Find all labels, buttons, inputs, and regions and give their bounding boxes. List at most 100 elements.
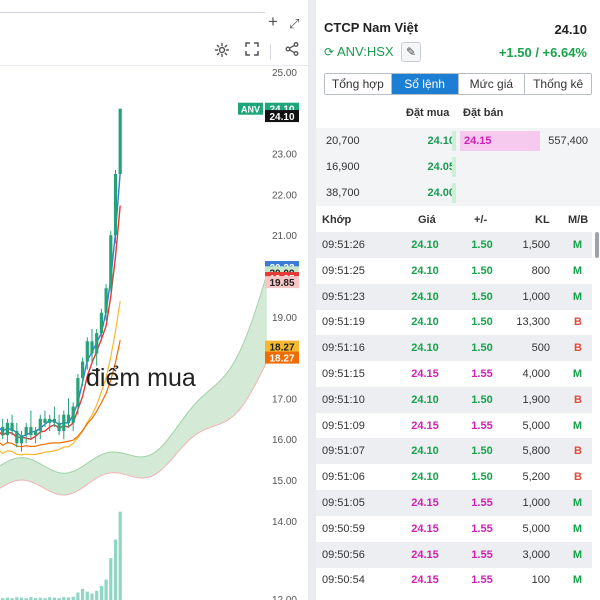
- chart-pane[interactable]: + ⤢ 25.00 23.00 22.00 21.00 19.00 17.00 16.00 1…: [0, 0, 308, 600]
- trade-price: 24.15: [411, 419, 439, 432]
- col-mb: M/B: [568, 214, 589, 226]
- candle-body: [109, 235, 113, 289]
- trade-price: 24.10: [411, 342, 439, 355]
- trade-price: 24.10: [411, 393, 439, 406]
- price-chart[interactable]: 25.00 23.00 22.00 21.00 19.00 17.00 16.00 15.00…: [0, 0, 308, 600]
- bid-qty: 38,700: [326, 187, 360, 199]
- candle-body: [81, 361, 85, 378]
- trade-price: 24.15: [411, 368, 439, 380]
- trade-time: 09:50:54: [322, 574, 365, 587]
- price-tag-label: 19.85: [269, 278, 294, 289]
- trade-volume: 1,000: [522, 290, 550, 303]
- candle-body: [19, 435, 24, 444]
- trade-time: 09:51:05: [322, 497, 365, 509]
- trade-change: 1.50: [471, 316, 493, 329]
- y-tick-label: 25.00: [272, 68, 297, 79]
- col-gia: Giá: [418, 214, 436, 226]
- ticker-link[interactable]: ⟳ ANV:HSX: [324, 44, 394, 59]
- trades-header: Khớp Giá +/- KL M/B: [316, 208, 600, 230]
- trade-row: 09:51:09 24.15 1.55 5,000 M: [316, 413, 592, 439]
- trade-change: 1.50: [471, 471, 493, 484]
- trade-row: 09:51:07 24.10 1.50 5,800 B: [316, 438, 592, 465]
- y-tick-label: 22.00: [272, 190, 297, 201]
- volume-bar: [81, 588, 85, 600]
- y-tick-label: 14.00: [272, 517, 297, 528]
- tab-thong-ke[interactable]: Thống kê: [525, 74, 591, 94]
- y-tick-label: 15.00: [272, 476, 297, 487]
- trade-row: 09:51:15 24.15 1.55 4,000 M: [316, 361, 592, 387]
- last-price: 24.10: [554, 22, 587, 37]
- y-tick-label: 21.00: [272, 231, 297, 242]
- ask-qty: 557,400: [548, 135, 588, 147]
- trade-side: B: [574, 445, 582, 458]
- candle-body: [48, 418, 52, 423]
- ask-price: 24.15: [464, 135, 492, 147]
- trade-volume: 5,000: [522, 419, 550, 432]
- tab-so-lenh[interactable]: Sổ lệnh: [391, 74, 459, 94]
- trade-price: 24.15: [411, 497, 439, 509]
- trade-time: 09:51:15: [322, 368, 365, 380]
- price-change: +1.50 / +6.64%: [498, 45, 587, 60]
- trade-row: 09:51:05 24.15 1.55 1,000 M: [316, 490, 592, 516]
- trade-change: 1.55: [471, 522, 493, 535]
- trade-time: 09:51:06: [322, 471, 365, 484]
- trade-price: 24.10: [411, 264, 439, 277]
- bid-depth-bar: [452, 157, 456, 177]
- trade-volume: 800: [531, 264, 550, 277]
- col-khop: Khớp: [322, 214, 352, 226]
- legend-tag-label: ANV: [241, 105, 260, 115]
- volume-bar: [109, 558, 113, 600]
- pencil-icon: ✎: [405, 45, 417, 59]
- trade-side: M: [572, 548, 582, 561]
- candle-body: [62, 414, 66, 432]
- col-kl: KL: [535, 214, 550, 226]
- y-tick-label: 17.00: [272, 394, 297, 405]
- tab-tong-hop[interactable]: Tổng hợp: [325, 74, 392, 94]
- refresh-icon: ⟳: [324, 45, 335, 59]
- trade-row: 09:50:56 24.15 1.55 3,000 M: [316, 541, 592, 568]
- trade-change: 1.50: [471, 445, 493, 458]
- trade-price: 24.15: [411, 574, 439, 587]
- candle-body: [66, 414, 71, 423]
- volume-bar: [76, 592, 80, 600]
- trade-row: 09:51:26 24.10 1.50 1,500 M: [316, 232, 592, 258]
- panel-tabs: Tổng hợp Sổ lệnh Mức giá Thống kê: [324, 73, 592, 95]
- trade-volume: 500: [531, 342, 550, 355]
- trade-row: 09:50:54 24.15 1.55 100 M: [316, 567, 592, 593]
- chart-annotation: điểm mua: [86, 364, 196, 392]
- candle-body: [52, 418, 56, 423]
- volume-bar: [85, 591, 89, 600]
- pane-divider[interactable]: [308, 0, 316, 600]
- trade-volume: 1,500: [522, 239, 550, 251]
- volume-bar: [118, 511, 122, 600]
- trade-side: M: [572, 239, 582, 251]
- volume-bar: [95, 590, 99, 600]
- candle-body: [43, 418, 47, 423]
- trade-change: 1.55: [471, 574, 493, 587]
- trade-change: 1.55: [471, 497, 493, 509]
- trade-time: 09:51:16: [322, 342, 365, 355]
- volume-bar: [104, 579, 108, 600]
- trade-volume: 1,900: [522, 393, 550, 406]
- candle-body: [90, 341, 94, 354]
- trade-price: 24.15: [411, 548, 439, 561]
- y-tick-label: 12.00: [272, 595, 297, 600]
- candle-body: [118, 108, 122, 174]
- trades-scrollbar[interactable]: [595, 232, 599, 258]
- order-book-row: 20,700 24.10 24.15 557,400: [316, 128, 600, 154]
- trade-time: 09:51:07: [322, 445, 365, 458]
- bid-header: Đặt mua: [406, 107, 450, 119]
- edit-button[interactable]: ✎: [401, 42, 421, 62]
- candle-body: [15, 431, 19, 444]
- candle-body: [99, 312, 103, 334]
- trade-volume: 100: [531, 574, 550, 587]
- trade-side: M: [572, 419, 582, 432]
- tab-muc-gia[interactable]: Mức giá: [458, 74, 526, 94]
- trade-side: B: [574, 342, 582, 355]
- candle-body: [29, 426, 33, 436]
- candle-body: [24, 426, 28, 436]
- candle-body: [34, 431, 38, 436]
- trade-change: 1.50: [471, 342, 493, 355]
- trade-price: 24.10: [411, 290, 439, 303]
- trade-volume: 5,000: [522, 522, 550, 535]
